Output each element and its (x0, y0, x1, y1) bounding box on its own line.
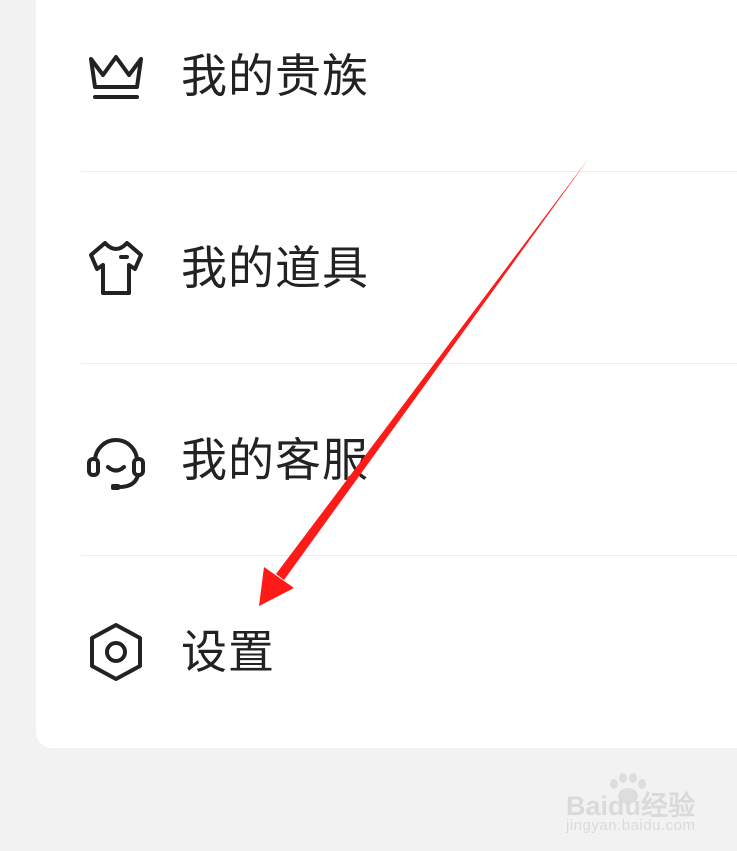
baidu-watermark: Baidu经验 jingyan.baidu.com (560, 770, 720, 840)
headset-icon (87, 438, 145, 490)
menu-item-customer-service[interactable]: 我的客服 (36, 364, 737, 556)
menu-item-label: 我的客服 (181, 433, 369, 487)
watermark-url: jingyan.baidu.com (566, 817, 696, 834)
gear-icon (90, 623, 142, 681)
menu-item-nobility[interactable]: 我的贵族 (36, 0, 737, 172)
crown-icon (89, 55, 143, 99)
tshirt-icon (89, 241, 143, 295)
menu-item-label: 我的道具 (181, 241, 369, 295)
menu-card: 我的贵族 我的道具 我的客服 设置 (36, 0, 737, 748)
menu-item-label: 设置 (181, 625, 275, 679)
menu-item-label: 我的贵族 (181, 49, 369, 103)
menu-item-props[interactable]: 我的道具 (36, 172, 737, 364)
menu-item-settings[interactable]: 设置 (36, 556, 737, 748)
